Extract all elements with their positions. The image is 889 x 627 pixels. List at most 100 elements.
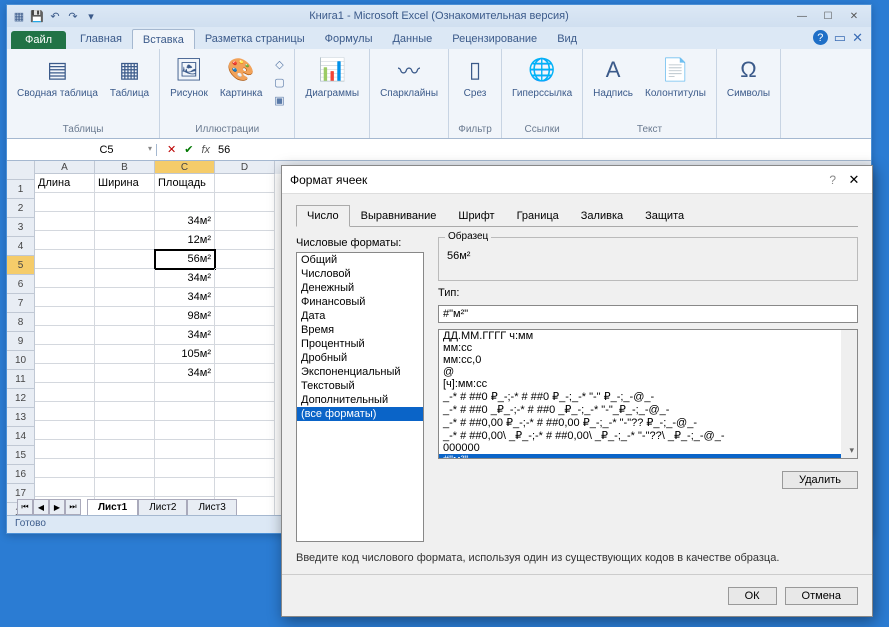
type-item[interactable]: #"м²" [439, 454, 857, 459]
format-item[interactable]: Денежный [297, 281, 423, 295]
row-header-15[interactable]: 15 [7, 446, 34, 465]
type-item[interactable]: мм:сс,0 [439, 354, 857, 366]
cell-A10[interactable] [35, 345, 95, 364]
cell-A3[interactable] [35, 212, 95, 231]
ribbon-tab-4[interactable]: Данные [382, 29, 442, 49]
minimize-ribbon-icon[interactable]: ▭ [834, 30, 846, 46]
close-button[interactable]: ✕ [841, 8, 867, 24]
sheet-tab-Лист3[interactable]: Лист3 [187, 499, 236, 515]
cell-D10[interactable] [215, 345, 275, 364]
format-item[interactable]: Финансовый [297, 295, 423, 309]
ribbon-Диаграммы[interactable]: 📊Диаграммы [301, 52, 363, 101]
ribbon-tab-3[interactable]: Формулы [315, 29, 383, 49]
ribbon-tab-2[interactable]: Разметка страницы [195, 29, 315, 49]
cell-D2[interactable] [215, 193, 275, 212]
next-sheet-icon[interactable]: ▶ [49, 499, 65, 515]
cell-C15[interactable] [155, 440, 215, 459]
type-item[interactable]: @ [439, 366, 857, 378]
cell-C10[interactable]: 105м² [155, 345, 215, 364]
row-header-7[interactable]: 7 [7, 294, 34, 313]
cell-C5[interactable]: 56м² [155, 250, 215, 269]
last-sheet-icon[interactable]: ⏭ [65, 499, 81, 515]
cell-A1[interactable]: Длина [35, 174, 95, 193]
cell-C9[interactable]: 34м² [155, 326, 215, 345]
format-item[interactable]: Общий [297, 253, 423, 267]
cell-C13[interactable] [155, 402, 215, 421]
format-item[interactable]: Дата [297, 309, 423, 323]
dialog-tab-5[interactable]: Защита [634, 205, 695, 227]
close-workbook-icon[interactable]: ✕ [852, 30, 863, 46]
cell-A13[interactable] [35, 402, 95, 421]
dialog-tab-3[interactable]: Граница [506, 205, 570, 227]
cell-B4[interactable] [95, 231, 155, 250]
qat-dropdown-icon[interactable]: ▾ [83, 8, 99, 24]
cell-B9[interactable] [95, 326, 155, 345]
cell-B15[interactable] [95, 440, 155, 459]
cell-A7[interactable] [35, 288, 95, 307]
cell-B16[interactable] [95, 459, 155, 478]
cell-B6[interactable] [95, 269, 155, 288]
cell-A14[interactable] [35, 421, 95, 440]
cell-A17[interactable] [35, 478, 95, 497]
cell-D17[interactable] [215, 478, 275, 497]
cancel-button[interactable]: Отмена [785, 587, 858, 605]
format-item[interactable]: Дополнительный [297, 393, 423, 407]
cell-D3[interactable] [215, 212, 275, 231]
cell-D11[interactable] [215, 364, 275, 383]
ribbon-tab-1[interactable]: Вставка [132, 29, 195, 49]
cell-D9[interactable] [215, 326, 275, 345]
col-header-B[interactable]: B [95, 161, 155, 174]
col-header-C[interactable]: C [155, 161, 215, 174]
cell-A9[interactable] [35, 326, 95, 345]
dialog-tab-1[interactable]: Выравнивание [350, 205, 448, 227]
cell-D4[interactable] [215, 231, 275, 250]
format-item[interactable]: Экспоненциальный [297, 365, 423, 379]
ribbon-Спарклайны[interactable]: 〰Спарклайны [376, 52, 442, 101]
cell-B13[interactable] [95, 402, 155, 421]
row-header-3[interactable]: 3 [7, 218, 34, 237]
cell-A2[interactable] [35, 193, 95, 212]
cell-B14[interactable] [95, 421, 155, 440]
dialog-tab-2[interactable]: Шрифт [447, 205, 505, 227]
cell-A5[interactable] [35, 250, 95, 269]
cell-A6[interactable] [35, 269, 95, 288]
ribbon-Таблица[interactable]: ▦Таблица [106, 52, 153, 101]
format-item[interactable]: Время [297, 323, 423, 337]
ribbon-tab-0[interactable]: Главная [70, 29, 132, 49]
undo-icon[interactable]: ↶ [47, 8, 63, 24]
format-item[interactable]: Дробный [297, 351, 423, 365]
cell-B12[interactable] [95, 383, 155, 402]
cell-C11[interactable]: 34м² [155, 364, 215, 383]
shapes-icon[interactable]: ◇ [270, 56, 288, 72]
row-header-6[interactable]: 6 [7, 275, 34, 294]
cell-D7[interactable] [215, 288, 275, 307]
file-tab[interactable]: Файл [11, 31, 66, 49]
cell-C7[interactable]: 34м² [155, 288, 215, 307]
row-header-14[interactable]: 14 [7, 427, 34, 446]
cell-B11[interactable] [95, 364, 155, 383]
cell-A11[interactable] [35, 364, 95, 383]
cell-D1[interactable] [215, 174, 275, 193]
format-category-list[interactable]: ОбщийЧисловойДенежныйФинансовыйДатаВремя… [296, 252, 424, 542]
cell-A12[interactable] [35, 383, 95, 402]
scrollbar[interactable] [841, 330, 857, 458]
select-all[interactable] [7, 161, 34, 180]
format-item[interactable]: (все форматы) [297, 407, 423, 421]
row-header-2[interactable]: 2 [7, 199, 34, 218]
cell-C3[interactable]: 34м² [155, 212, 215, 231]
type-list[interactable]: ДД.ММ.ГГГГ ч:мммм:ссмм:сс,0@[ч]:мм:сс_-*… [438, 329, 858, 459]
cell-D6[interactable] [215, 269, 275, 288]
row-header-4[interactable]: 4 [7, 237, 34, 256]
type-item[interactable]: [ч]:мм:сс [439, 378, 857, 390]
format-item[interactable]: Процентный [297, 337, 423, 351]
row-header-10[interactable]: 10 [7, 351, 34, 370]
formula-value[interactable]: 56 [218, 144, 230, 156]
shapes-icon[interactable]: ▣ [270, 92, 288, 108]
cancel-formula-icon[interactable]: ✕ [167, 143, 176, 156]
dialog-close-button[interactable]: ✕ [842, 170, 866, 190]
dialog-tab-0[interactable]: Число [296, 205, 350, 227]
cell-D5[interactable] [215, 250, 275, 269]
type-input[interactable] [438, 305, 858, 323]
save-icon[interactable]: 💾 [29, 8, 45, 24]
cell-B8[interactable] [95, 307, 155, 326]
